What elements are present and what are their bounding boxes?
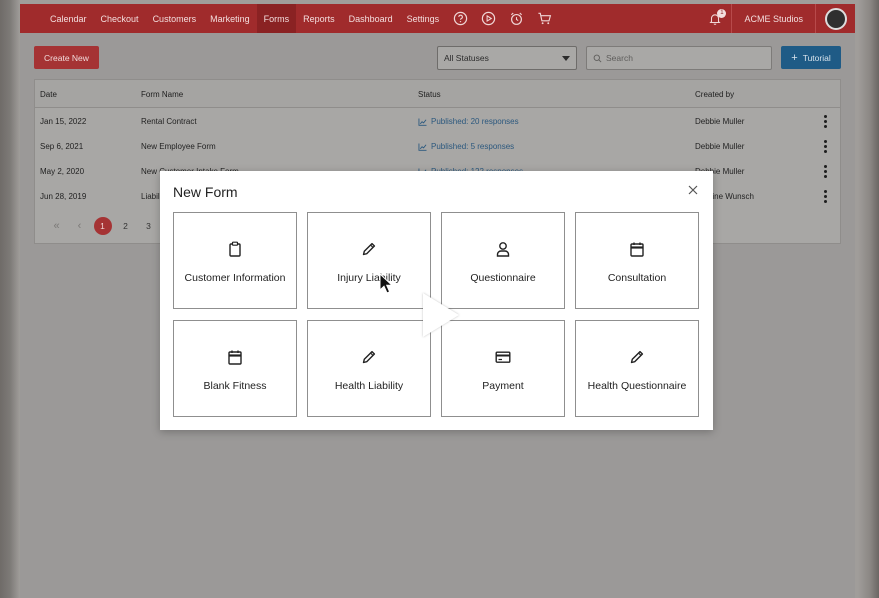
notification-badge: 1 [717,9,727,18]
nav-customers[interactable]: Customers [146,4,204,33]
kebab-menu-icon[interactable] [824,190,828,203]
nav-calendar[interactable]: Calendar [43,4,94,33]
play-circle-icon[interactable] [474,4,502,33]
template-card-injury-liability[interactable]: Injury Liability [307,212,431,309]
pencil-icon [630,350,644,364]
pagination: « ‹ 1 2 3 [45,217,160,235]
card-label: Customer Information [184,272,286,284]
search-placeholder: Search [606,53,633,63]
modal-title: New Form [173,184,238,200]
mouse-cursor-icon [379,273,393,294]
nav-checkout[interactable]: Checkout [94,4,146,33]
video-play-icon[interactable] [423,293,459,337]
card-label: Injury Liability [337,272,401,284]
row-created-by: Debbie Muller [695,117,745,126]
card-label: Questionnaire [470,272,536,284]
credit-card-icon [495,351,511,363]
plus-icon: + [791,51,798,64]
row-status[interactable]: Published: 20 responses [418,117,519,126]
kebab-menu-icon[interactable] [824,115,828,128]
page-number: 1 [93,217,112,235]
page-1-button[interactable]: 1 [91,217,114,235]
avatar[interactable] [824,7,847,30]
row-date: Jun 28, 2019 [40,192,87,201]
table-row[interactable]: Jan 15, 2022 Rental Contract Published: … [35,109,840,134]
row-date: May 2, 2020 [40,167,85,176]
template-card-customer-information[interactable]: Customer Information [173,212,297,309]
first-page-button[interactable]: « [45,217,68,235]
row-status-text: Published: 5 responses [431,142,515,151]
nav-dashboard[interactable]: Dashboard [342,4,400,33]
help-icon[interactable] [446,4,474,33]
chart-icon [418,142,427,151]
status-filter-select[interactable]: All Statuses [437,46,577,70]
kebab-menu-icon[interactable] [824,140,828,153]
nav-settings[interactable]: Settings [400,4,447,33]
search-input[interactable]: Search [586,46,772,70]
template-card-questionnaire[interactable]: Questionnaire [441,212,565,309]
header-form-name[interactable]: Form Name [141,90,183,99]
row-form-name[interactable]: Rental Contract [141,117,197,126]
pencil-icon [362,350,376,364]
card-label: Blank Fitness [203,380,267,392]
header-date[interactable]: Date [40,90,57,99]
template-card-consultation[interactable]: Consultation [575,212,699,309]
close-icon[interactable] [686,183,700,197]
pencil-icon [362,242,376,256]
top-nav: Calendar Checkout Customers Marketing Fo… [20,4,855,33]
calendar-icon [228,350,242,365]
nav-left-pad [20,4,43,33]
clipboard-icon [229,241,241,257]
page-2-button[interactable]: 2 [114,217,137,235]
studio-name[interactable]: ACME Studios [731,4,815,33]
card-label: Health Questionnaire [587,380,687,392]
nav-forms[interactable]: Forms [256,4,297,33]
cart-icon[interactable] [530,4,558,33]
template-card-payment[interactable]: Payment [441,320,565,417]
table-header: Date Form Name Status Created by [35,80,840,108]
notification-bell[interactable]: 1 [699,4,731,33]
card-label: Payment [482,380,524,392]
row-form-name[interactable]: New Employee Form [141,142,216,151]
kebab-menu-icon[interactable] [824,165,828,178]
row-created-by: Debbie Muller [695,142,745,151]
nav-marketing[interactable]: Marketing [203,4,257,33]
header-status[interactable]: Status [418,90,441,99]
card-label: Health Liability [334,380,404,392]
person-icon [496,242,510,257]
table-row[interactable]: Sep 6, 2021 New Employee Form Published:… [35,134,840,159]
page-3-button[interactable]: 3 [137,217,160,235]
row-status-text: Published: 20 responses [431,117,519,126]
tutorial-button[interactable]: + Tutorial [781,46,841,69]
prev-page-button[interactable]: ‹ [68,217,91,235]
chart-icon [418,117,427,126]
alarm-icon[interactable] [502,4,530,33]
template-card-health-liability[interactable]: Health Liability [307,320,431,417]
search-icon [593,54,602,62]
template-card-health-questionnaire[interactable]: Health Questionnaire [575,320,699,417]
calendar-icon [630,242,644,257]
create-new-button[interactable]: Create New [34,46,99,69]
tutorial-label: Tutorial [802,52,831,63]
row-date: Jan 15, 2022 [40,117,87,126]
nav-reports[interactable]: Reports [296,4,342,33]
avatar-container[interactable] [815,4,855,33]
header-created-by[interactable]: Created by [695,90,734,99]
card-label: Consultation [607,272,667,284]
template-card-blank-fitness[interactable]: Blank Fitness [173,320,297,417]
chevron-down-icon [562,56,570,61]
status-filter-value: All Statuses [444,53,489,63]
row-status[interactable]: Published: 5 responses [418,142,514,151]
row-date: Sep 6, 2021 [40,142,84,151]
